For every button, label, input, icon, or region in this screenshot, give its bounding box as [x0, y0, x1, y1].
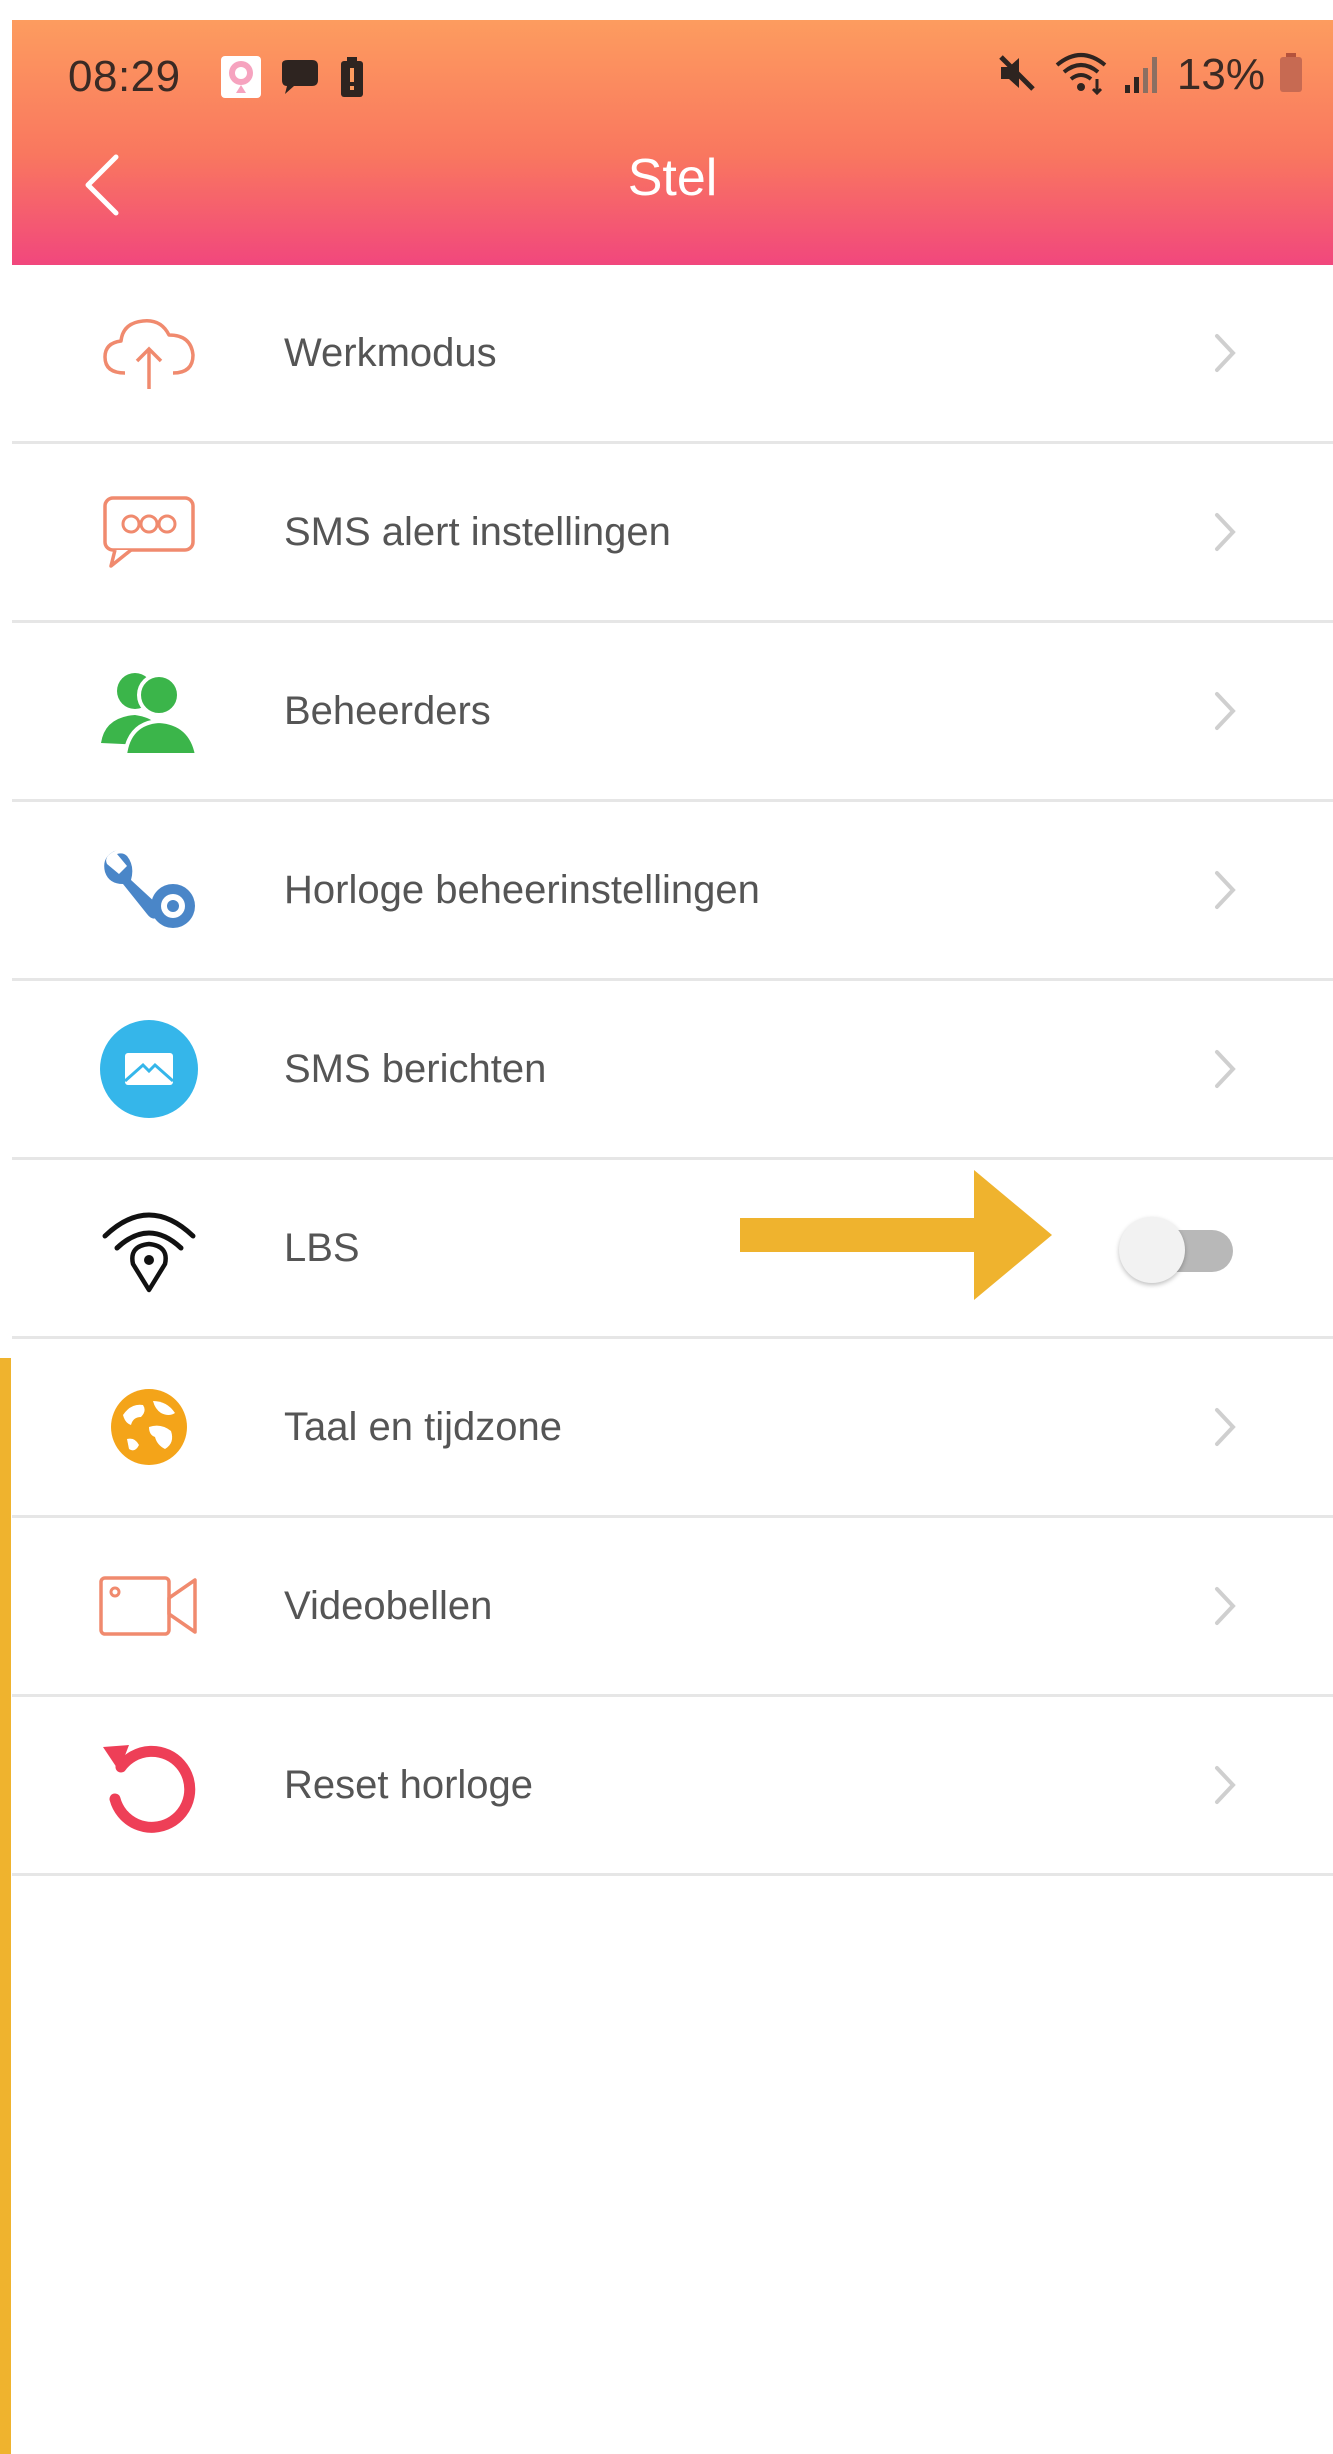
app-screen: 08:29 13% Stel Werkmodus SMS alert inste…	[12, 20, 1333, 2454]
admins-icon	[94, 656, 204, 766]
chevron-right-icon	[1205, 507, 1245, 557]
settings-item-videobellen[interactable]: Videobellen	[12, 1518, 1333, 1697]
page-title: Stel	[627, 149, 718, 207]
status-bar: 08:29 13%	[12, 20, 1333, 130]
settings-item-beheerders[interactable]: Beheerders	[12, 623, 1333, 802]
app-header: 08:29 13% Stel	[12, 20, 1333, 265]
globe-icon	[94, 1372, 204, 1482]
item-label: SMS alert instellingen	[284, 509, 671, 554]
settings-list: Werkmodus SMS alert instellingen Beheerd…	[12, 265, 1333, 1876]
item-label: Reset horloge	[284, 1762, 534, 1807]
item-label: LBS	[284, 1225, 360, 1270]
watch-tools-icon	[94, 835, 204, 945]
chevron-right-icon	[1205, 865, 1245, 915]
item-label: Werkmodus	[284, 330, 497, 375]
cloud-upload-icon	[94, 298, 204, 408]
chevron-right-icon	[1205, 1402, 1245, 1452]
battery-icon	[1279, 52, 1303, 98]
settings-item-werkmodus[interactable]: Werkmodus	[12, 265, 1333, 444]
wifi-icon	[1053, 51, 1109, 100]
item-label: SMS berichten	[284, 1046, 547, 1091]
chevron-right-icon	[1205, 1581, 1245, 1631]
item-label: Beheerders	[284, 688, 491, 733]
location-signal-icon	[94, 1193, 204, 1303]
battery-percent: 13%	[1176, 50, 1265, 99]
status-time: 08:29	[68, 52, 181, 101]
chat-bubble-icon	[277, 56, 321, 98]
reset-icon	[94, 1730, 204, 1840]
item-label: Taal en tijdzone	[284, 1404, 562, 1449]
settings-item-sms-berichten[interactable]: SMS berichten	[12, 981, 1333, 1160]
settings-item-reset-horloge[interactable]: Reset horloge	[12, 1697, 1333, 1876]
settings-item-lbs: LBS	[12, 1160, 1333, 1339]
settings-item-horloge-beheer[interactable]: Horloge beheerinstellingen	[12, 802, 1333, 981]
mute-icon	[995, 51, 1039, 100]
video-call-icon	[94, 1551, 204, 1661]
signal-icon	[1123, 51, 1163, 100]
annotation-arrow-icon	[726, 1170, 1056, 1300]
status-right: 13%	[995, 50, 1303, 100]
lbs-toggle[interactable]	[1119, 1217, 1233, 1283]
toggle-thumb	[1119, 1217, 1185, 1283]
item-label: Videobellen	[284, 1583, 493, 1628]
chevron-right-icon	[1205, 1760, 1245, 1810]
message-icon	[94, 1014, 204, 1124]
frame-top-strip	[0, 0, 1333, 20]
sms-alert-icon	[94, 477, 204, 587]
battery-alert-icon	[335, 56, 369, 98]
chevron-right-icon	[1205, 328, 1245, 378]
item-label: Horloge beheerinstellingen	[284, 867, 760, 912]
chevron-right-icon	[1205, 686, 1245, 736]
settings-item-sms-alert[interactable]: SMS alert instellingen	[12, 444, 1333, 623]
settings-item-taal-tijdzone[interactable]: Taal en tijdzone	[12, 1339, 1333, 1518]
annotation-side-bar	[0, 1358, 11, 2454]
app-icon	[220, 56, 262, 98]
chevron-right-icon	[1205, 1044, 1245, 1094]
